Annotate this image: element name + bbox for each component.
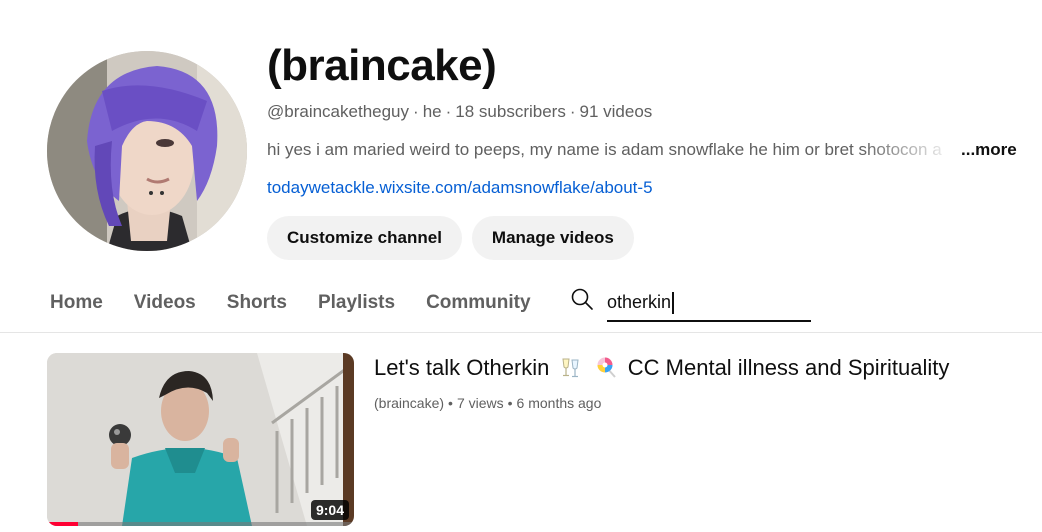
tab-home[interactable]: Home [50,292,103,314]
channel-search-input[interactable] [607,288,811,322]
channel-pronoun: he [422,102,442,121]
channel-info: (braincake) @braincaketheguy · he · 18 subsc… [267,38,1027,260]
search-icon[interactable] [570,287,594,311]
channel-description[interactable]: hi yes i am maried weird to peeps, my na… [267,138,957,162]
avatar-image [47,51,247,251]
watch-progress-bar [47,522,354,526]
channel-tabs: Home Videos Shorts Playlists Community [50,285,562,321]
meta-bullet: • [507,395,513,411]
watch-progress-fill [47,522,78,526]
meta-separator: · [445,102,452,121]
video-channel-name[interactable]: (braincake) [374,395,444,411]
video-meta: (braincake) • 7 views • 6 months ago [374,393,1024,413]
channel-avatar[interactable] [47,51,247,251]
video-count: 91 videos [579,102,653,121]
video-info: Let's talk Otherkin CC Mental illness an [374,354,1024,413]
tab-shorts[interactable]: Shorts [227,292,287,314]
subscriber-count: 18 subscribers [455,102,566,121]
channel-handle: @braincaketheguy [267,102,410,121]
video-thumbnail[interactable]: 9:04 [47,353,354,526]
clinking-glasses-icon [560,356,582,385]
tab-playlists[interactable]: Playlists [318,292,395,314]
channel-description-row: hi yes i am maried weird to peeps, my na… [267,138,1019,162]
channel-action-buttons: Customize channel Manage videos [267,216,1027,260]
channel-search [570,287,594,311]
text-caret [672,292,674,314]
description-more-button[interactable]: ...more [961,138,1017,162]
meta-separator: · [569,102,576,121]
video-views: 7 views [456,395,504,411]
tab-videos[interactable]: Videos [134,292,196,314]
channel-title: (braincake) [267,41,497,90]
meta-bullet: • [448,395,453,411]
video-title-part2: CC Mental illness and Spirituality [627,355,950,380]
tabs-divider [0,332,1042,333]
channel-link-row: todaywetackle.wixsite.com/adamsnowflake/… [267,176,1027,200]
channel-external-link[interactable]: todaywetackle.wixsite.com/adamsnowflake/… [267,178,653,197]
channel-meta: @braincaketheguy · he · 18 subscribers · 91 vi… [267,100,1027,124]
video-age: 6 months ago [516,395,602,411]
tab-community[interactable]: Community [426,292,531,314]
video-title[interactable]: Let's talk Otherkin CC Mental illness an [374,354,1024,385]
manage-videos-button[interactable]: Manage videos [471,216,634,260]
customize-channel-button[interactable]: Customize channel [267,216,462,260]
meta-separator: · [413,102,419,121]
lollipop-icon [596,356,618,385]
video-title-part1: Let's talk Otherkin [374,355,550,380]
video-duration: 9:04 [310,500,349,520]
thumbnail-image [47,353,354,526]
